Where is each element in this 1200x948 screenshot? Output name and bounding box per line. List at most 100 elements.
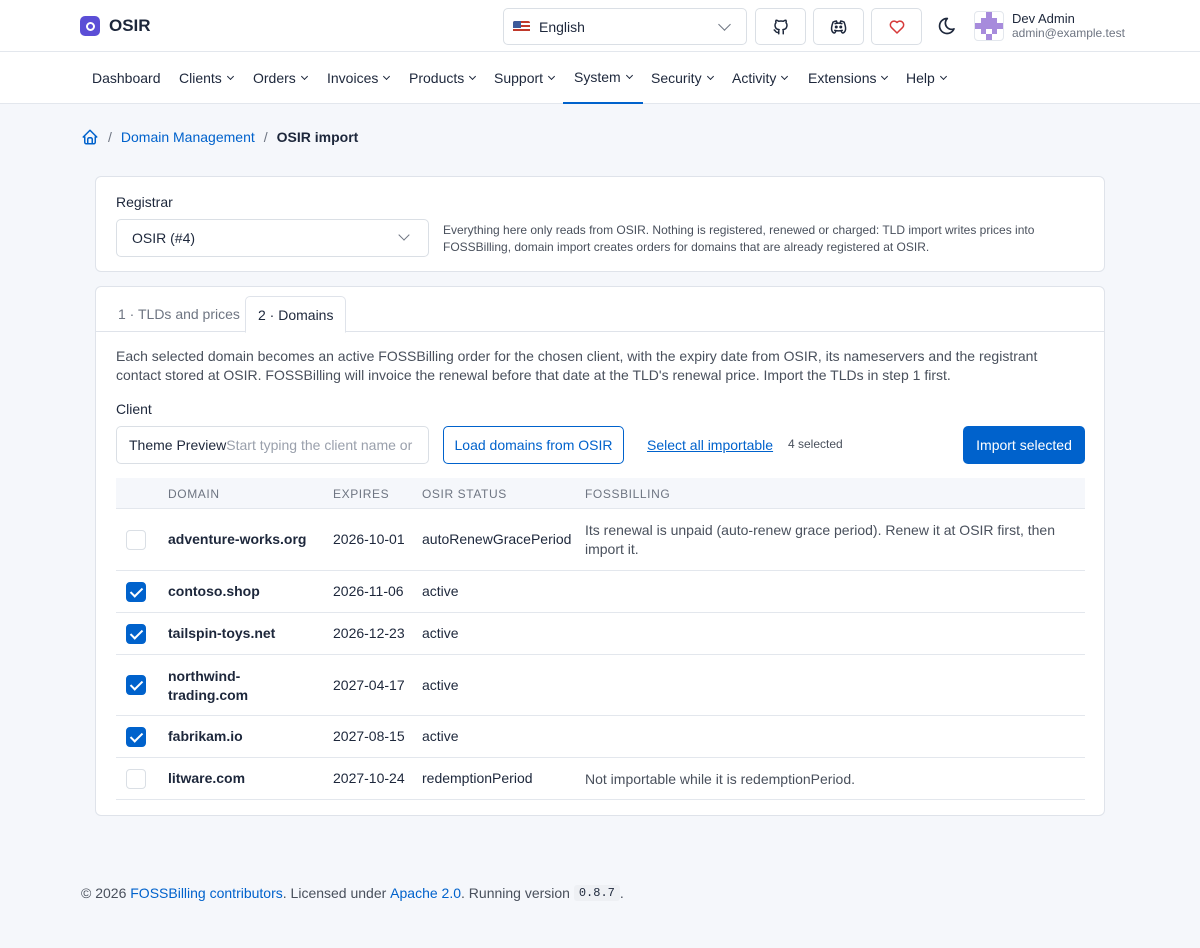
nav-label: Invoices <box>327 70 379 86</box>
column-header-fossbilling: FOSSBILLING <box>585 487 671 501</box>
domain-name: litware.com <box>168 770 246 786</box>
avatar <box>974 11 1004 41</box>
breadcrumb-domain-management[interactable]: Domain Management <box>121 129 255 145</box>
user-menu[interactable]: Dev Admin admin@example.test <box>974 11 1125 41</box>
nav-extensions[interactable]: Extensions <box>808 52 889 104</box>
client-label: Client <box>116 401 152 417</box>
import-selected-button[interactable]: Import selected <box>963 426 1085 464</box>
table-row: contoso.shop 2026-11-06 active <box>116 571 1085 613</box>
nav-help[interactable]: Help <box>906 52 947 104</box>
discord-icon <box>830 19 847 34</box>
osir-status: active <box>422 677 459 693</box>
registrar-select[interactable]: OSIR (#4) <box>116 219 429 257</box>
footer-contributors-link[interactable]: FOSSBilling contributors <box>130 885 283 901</box>
sponsor-button[interactable] <box>871 8 922 45</box>
import-card: 1 · TLDs and prices 2 · Domains Each sel… <box>95 286 1105 816</box>
breadcrumb-separator: / <box>263 129 268 145</box>
registrar-card: Registrar OSIR (#4) Everything here only… <box>95 176 1105 272</box>
page-title: OSIR import <box>276 129 359 145</box>
breadcrumb-separator: / <box>108 129 112 145</box>
footer-end: . <box>619 885 624 901</box>
chevron-down-icon <box>226 72 234 81</box>
expiry-date: 2026-11-06 <box>333 583 404 599</box>
chevron-down-icon <box>706 72 714 81</box>
chevron-down-icon <box>781 72 789 81</box>
osir-status: active <box>422 625 459 641</box>
nav-orders[interactable]: Orders <box>253 52 308 104</box>
tab-tlds-and-prices[interactable]: 1 · TLDs and prices <box>106 296 252 332</box>
osir-status: active <box>422 583 459 599</box>
selected-count: 4 selected <box>788 437 843 451</box>
tab-domains[interactable]: 2 · Domains <box>245 296 347 333</box>
registrar-hint: Everything here only reads from OSIR. No… <box>443 223 1035 254</box>
row-checkbox[interactable] <box>126 769 146 789</box>
user-name: Dev Admin <box>1012 11 1075 26</box>
row-checkbox[interactable] <box>126 727 146 747</box>
expiry-date: 2027-08-15 <box>333 728 405 744</box>
discord-button[interactable] <box>813 8 864 45</box>
brand[interactable]: OSIR <box>80 16 151 36</box>
brand-name: OSIR <box>109 16 151 35</box>
nav-label: Support <box>494 70 544 86</box>
chevron-down-icon <box>625 71 633 80</box>
registrar-label: Registrar <box>116 194 173 210</box>
chevron-down-icon <box>939 72 947 81</box>
github-icon <box>773 19 788 34</box>
home-icon[interactable] <box>81 128 99 146</box>
chevron-down-icon <box>881 72 889 81</box>
theme-toggle[interactable] <box>937 16 957 39</box>
language-select[interactable]: English <box>503 8 747 45</box>
nav-label: Security <box>651 70 702 86</box>
expiry-date: 2027-10-24 <box>333 770 405 786</box>
nav-security[interactable]: Security <box>651 52 714 104</box>
nav-products[interactable]: Products <box>409 52 477 104</box>
table-row: adventure-works.org 2026-10-01 autoRenew… <box>116 509 1085 571</box>
client-value: Theme Preview <box>129 437 227 453</box>
brand-logo-icon <box>80 16 100 36</box>
footer-license-link[interactable]: Apache 2.0 <box>390 885 461 901</box>
chevron-down-icon <box>300 72 308 81</box>
row-checkbox[interactable] <box>126 582 146 602</box>
nav-system[interactable]: System <box>563 52 643 104</box>
expiry-date: 2027-04-17 <box>333 677 405 693</box>
language-value: English <box>539 18 585 35</box>
nav-invoices[interactable]: Invoices <box>327 52 391 104</box>
nav-clients[interactable]: Clients <box>179 52 234 104</box>
row-checkbox[interactable] <box>126 530 146 550</box>
domain-name: fabrikam.io <box>168 728 243 744</box>
chevron-down-icon <box>383 72 391 81</box>
main-nav: Dashboard Clients Orders Invoices Produc… <box>0 52 1200 104</box>
osir-status: redemptionPeriod <box>422 770 533 786</box>
nav-activity[interactable]: Activity <box>732 52 789 104</box>
chevron-down-icon <box>398 229 410 241</box>
column-header-expires: EXPIRES <box>333 487 390 501</box>
nav-dashboard[interactable]: Dashboard <box>92 52 161 104</box>
nav-label: Activity <box>732 70 777 86</box>
table-row: northwind-trading.com 2027-04-17 active <box>116 655 1085 716</box>
column-header-domain: DOMAIN <box>168 487 220 501</box>
client-placeholder: Start typing the client name or <box>226 437 413 453</box>
table-row: tailspin-toys.net 2026-12-23 active <box>116 613 1085 655</box>
domain-name: tailspin-toys.net <box>168 625 276 641</box>
table-row: litware.com 2027-10-24 redemptionPeriod … <box>116 758 1085 800</box>
chevron-down-icon <box>548 72 556 81</box>
nav-label: Products <box>409 70 465 86</box>
top-header: OSIR English Dev Admin admin@example.tes… <box>0 0 1200 52</box>
footer: © 2026 FOSSBilling contributors. License… <box>81 885 624 901</box>
table-row: fabrikam.io 2027-08-15 active <box>116 716 1085 758</box>
expiry-date: 2026-10-01 <box>333 531 405 547</box>
expiry-date: 2026-12-23 <box>333 625 405 641</box>
user-email: admin@example.test <box>1012 26 1125 40</box>
select-all-importable-link[interactable]: Select all importable <box>647 437 773 453</box>
github-button[interactable] <box>755 8 806 45</box>
row-checkbox[interactable] <box>126 675 146 695</box>
row-checkbox[interactable] <box>126 624 146 644</box>
domain-name: adventure-works.org <box>168 531 307 547</box>
nav-support[interactable]: Support <box>494 52 556 104</box>
chevron-down-icon <box>469 72 477 81</box>
client-search-input[interactable]: Theme Preview Start typing the client nam… <box>116 426 429 464</box>
load-domains-button[interactable]: Load domains from OSIR <box>443 426 624 464</box>
fossbilling-note: Its renewal is unpaid (auto-renew grace … <box>585 522 1055 557</box>
chevron-down-icon <box>718 18 731 31</box>
nav-label: Extensions <box>808 70 877 86</box>
